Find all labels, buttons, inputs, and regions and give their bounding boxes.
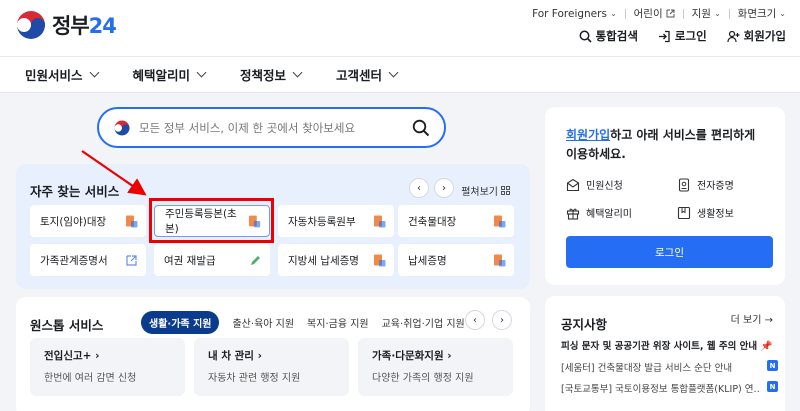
divider — [624, 8, 626, 19]
divider — [682, 8, 684, 19]
search-icon — [579, 30, 592, 43]
chevron-left-icon: ‹ — [417, 182, 421, 194]
login-link[interactable]: 로그인 — [658, 28, 707, 44]
card-desc: 자동차 관련 행정 지원 — [208, 373, 301, 384]
onestop-tabs: 생활·가족 지원 출산·육아 지원 복지·금융 지원 교육·취업·기업 지원 — [141, 311, 465, 334]
login-feature-certificate[interactable]: 전자증명 — [677, 177, 734, 192]
search-icon[interactable] — [412, 119, 430, 137]
logo-text: 정부24 — [52, 14, 117, 38]
onestop-card[interactable]: 내 차 관리 › 자동차 관련 행정 지원 — [194, 338, 349, 396]
chevron-down-icon: ⌄ — [713, 9, 721, 18]
card-desc: 다양한 가족의 행정 지원 — [372, 373, 474, 384]
nav-item-customer-center[interactable]: 고객센터 — [336, 65, 399, 84]
external-link-icon — [666, 9, 675, 18]
service-building-register[interactable]: 건축물대장 — [398, 205, 514, 237]
notice-panel: 공지사항 더 보기 → 피싱 문자 및 공공기관 위장 사이트, 웹 주의 안내… — [545, 296, 785, 411]
header-actions: 통합검색 로그인 회원가입 — [579, 28, 786, 44]
card-title: 내 차 관리 › — [208, 350, 262, 362]
next-button[interactable]: › — [492, 310, 512, 330]
tab-education-employment[interactable]: 교육·취업·기업 지원 — [382, 315, 465, 330]
signup-link[interactable]: 회원가입 — [566, 128, 610, 142]
service-vehicle-register[interactable]: 자동차등록원부 — [278, 205, 394, 237]
chevron-down-icon — [292, 67, 303, 78]
chevron-right-icon: › — [500, 314, 504, 326]
tab-birth-childcare[interactable]: 출산·육아 지원 — [232, 315, 294, 330]
document-icon — [494, 215, 506, 227]
util-foreigners[interactable]: For Foreigners ⌄ — [532, 8, 617, 20]
card-desc: 한번에 여러 감면 신청 — [44, 373, 137, 384]
taegeuk-icon — [113, 119, 131, 136]
integrated-search-button[interactable]: 통합검색 — [579, 28, 638, 44]
grid-icon — [501, 186, 510, 195]
divider — [728, 8, 730, 19]
notice-row[interactable]: [세움터] 건축물대장 발급 서비스 순단 안내 — [561, 360, 761, 374]
top-header: 정부24 For Foreigners ⌄ 어린이 지원 ⌄ 화면크기 ⌄ 통합검색 … — [0, 0, 800, 56]
new-badge: N — [767, 381, 778, 392]
nav-item-benefits[interactable]: 혜택알리미 — [133, 65, 207, 84]
service-family-certificate[interactable]: 가족관계증명서 — [30, 244, 146, 276]
login-icon — [658, 30, 670, 42]
search-bar[interactable] — [97, 107, 446, 148]
highlight-box — [149, 198, 274, 243]
service-land-register[interactable]: 토지(임야)대장 — [30, 205, 146, 237]
login-button[interactable]: 로그인 — [566, 236, 773, 268]
gift-icon — [566, 208, 580, 220]
card-title: 가족·다문화지원 › — [372, 350, 452, 362]
tab-life-family[interactable]: 생활·가족 지원 — [141, 311, 220, 334]
util-support[interactable]: 지원 ⌄ — [692, 6, 721, 21]
util-kids[interactable]: 어린이 — [634, 6, 675, 21]
nav-item-civil-service[interactable]: 민원서비스 — [25, 65, 99, 84]
chevron-down-icon: ⌄ — [779, 9, 786, 18]
onestop-title: 원스톱 서비스 — [30, 318, 104, 333]
login-feature-civil[interactable]: 민원신청 — [566, 177, 623, 192]
document-icon — [494, 254, 506, 266]
card-title: 전입신고+ › — [44, 350, 100, 362]
login-card: 회원가입하고 아래 서비스를 편리하게 이용하세요. 민원신청 전자증명 혜택알… — [545, 107, 785, 285]
onestop-card[interactable]: 가족·다문화지원 › 다양한 가족의 행정 지원 — [358, 338, 513, 396]
document-icon — [374, 254, 386, 266]
utility-menu: For Foreigners ⌄ 어린이 지원 ⌄ 화면크기 ⌄ — [532, 6, 786, 21]
chevron-right-icon: › — [442, 182, 446, 194]
notice-title: 공지사항 — [561, 317, 608, 332]
bookmark-icon — [677, 206, 691, 219]
document-icon — [374, 215, 386, 227]
nav-item-policy[interactable]: 정책정보 — [240, 65, 303, 84]
prev-button[interactable]: ‹ — [409, 178, 429, 198]
next-button[interactable]: › — [434, 178, 454, 198]
main-nav: 민원서비스 혜택알리미 정책정보 고객센터 — [0, 56, 800, 93]
service-local-tax-certificate[interactable]: 지방세 납세증명 — [278, 244, 394, 276]
login-message: 회원가입하고 아래 서비스를 편리하게 이용하세요. — [566, 128, 756, 161]
login-feature-benefits[interactable]: 혜택알리미 — [566, 205, 632, 220]
mail-icon — [566, 178, 580, 191]
chevron-down-icon — [388, 67, 399, 78]
onestop-card[interactable]: 전입신고+ › 한번에 여러 감면 신청 — [30, 338, 185, 396]
chevron-down-icon: ⌄ — [609, 9, 617, 18]
chevron-left-icon: ‹ — [473, 314, 477, 326]
notice-headline[interactable]: 피싱 문자 및 공공기관 위장 사이트, 웹 주의 안내 📌 — [561, 338, 786, 352]
user-add-icon — [727, 30, 740, 42]
service-tax-certificate[interactable]: 납세증명 — [398, 244, 514, 276]
expand-button[interactable]: 펼쳐보기 — [461, 183, 510, 198]
new-badge: N — [767, 360, 778, 371]
frequent-services-title: 자주 찾는 서비스 — [30, 184, 120, 199]
edit-icon — [251, 255, 260, 265]
pin-icon: 📌 — [760, 341, 773, 352]
external-link-icon — [126, 254, 137, 266]
tab-welfare-finance[interactable]: 복지·금융 지원 — [307, 315, 369, 330]
gov24-logo[interactable]: 정부24 — [14, 8, 117, 42]
onestop-services-panel: 원스톱 서비스 생활·가족 지원 출산·육아 지원 복지·금융 지원 교육·취업… — [16, 297, 530, 411]
service-passport-reissue[interactable]: 여권 재발급 — [154, 244, 270, 276]
util-screen-size[interactable]: 화면크기 ⌄ — [738, 6, 786, 21]
certificate-icon — [678, 177, 690, 192]
login-feature-life-info[interactable]: 생활정보 — [677, 205, 734, 220]
signup-link[interactable]: 회원가입 — [727, 28, 786, 44]
prev-button[interactable]: ‹ — [465, 310, 485, 330]
document-icon — [126, 215, 138, 227]
chevron-down-icon — [196, 67, 207, 78]
chevron-down-icon — [89, 67, 99, 78]
notice-row[interactable]: [국토교통부] 국토이용정보 통합플랫폼(KLIP) 연… — [561, 381, 761, 395]
taegeuk-logo-icon — [15, 9, 47, 41]
search-input[interactable] — [139, 120, 412, 135]
notice-more-link[interactable]: 더 보기 → — [731, 311, 773, 326]
